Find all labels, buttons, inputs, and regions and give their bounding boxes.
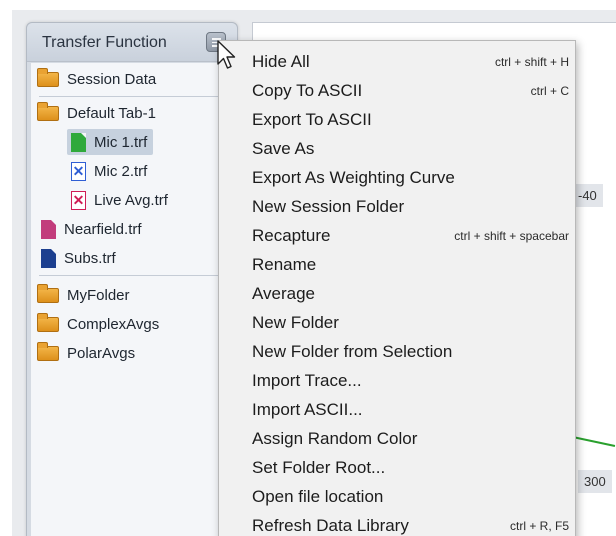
document-icon: [41, 219, 56, 239]
menu-item-refresh-data-library[interactable]: Refresh Data Library ctrl + R, F5: [219, 511, 575, 536]
tree-label: PolarAvgs: [67, 344, 136, 362]
document-icon: [71, 132, 86, 152]
document-icon: [41, 248, 56, 268]
tree-label: MyFolder: [67, 286, 130, 304]
menu-item-label: Export As Weighting Curve: [252, 167, 455, 187]
data-library-panel: Transfer Function Session Data Default T…: [26, 22, 238, 536]
menu-item-shortcut: ctrl + shift + spacebar: [454, 228, 569, 243]
menu-item-label: Import ASCII...: [252, 399, 363, 419]
menu-item-set-folder-root[interactable]: Set Folder Root...: [219, 453, 575, 482]
menu-item-copy-to-ascii[interactable]: Copy To ASCII ctrl + C: [219, 76, 575, 105]
menu-item-import-trace[interactable]: Import Trace...: [219, 366, 575, 395]
tree-folder-myfolder[interactable]: MyFolder: [37, 282, 130, 308]
tree-item-nearfield[interactable]: Nearfield.trf: [41, 216, 142, 242]
menu-item-export-to-ascii[interactable]: Export To ASCII: [219, 105, 575, 134]
tree-label: Session Data: [67, 70, 157, 88]
menu-item-label: New Folder: [252, 312, 339, 332]
menu-item-label: Export To ASCII: [252, 109, 372, 129]
menu-item-save-as[interactable]: Save As: [219, 134, 575, 163]
app-window: -40 300 Transfer Function Session Data D…: [12, 10, 616, 536]
menu-item-shortcut: ctrl + R, F5: [509, 518, 569, 533]
menu-item-label: Rename: [252, 254, 317, 274]
menu-item-label: Recapture: [252, 225, 331, 245]
folder-icon: [37, 341, 59, 361]
tree-item-subs[interactable]: Subs.trf: [41, 245, 116, 271]
context-menu: Hide All ctrl + shift + H Copy To ASCII …: [218, 40, 576, 536]
tree-item-mic2[interactable]: ✕ Mic 2.trf: [71, 158, 147, 184]
menu-item-label: Set Folder Root...: [252, 457, 386, 477]
menu-item-label: New Session Folder: [252, 196, 405, 216]
tree-label: Live Avg.trf: [94, 191, 168, 209]
folder-icon: [37, 283, 59, 303]
axis-label-frequency: 300: [578, 470, 612, 493]
menu-item-import-ascii[interactable]: Import ASCII...: [219, 395, 575, 424]
tree-label: Nearfield.trf: [64, 220, 142, 238]
x-box-icon[interactable]: ✕: [71, 190, 86, 210]
axis-label-level: -40: [572, 184, 603, 207]
menu-item-shortcut: ctrl + C: [530, 83, 569, 98]
menu-item-open-file-location[interactable]: Open file location: [219, 482, 575, 511]
tree-item-live-avg[interactable]: ✕ Live Avg.trf: [71, 187, 168, 213]
menu-item-new-session-folder[interactable]: New Session Folder: [219, 192, 575, 221]
menu-item-rename[interactable]: Rename: [219, 250, 575, 279]
menu-item-label: Refresh Data Library: [252, 515, 409, 535]
menu-item-export-weighting-curve[interactable]: Export As Weighting Curve: [219, 163, 575, 192]
menu-item-label: Copy To ASCII: [252, 80, 363, 100]
arrow-cursor-icon: [217, 40, 236, 69]
tree-label: Mic 1.trf: [94, 133, 148, 151]
folder-icon: [37, 101, 59, 121]
tree-label: ComplexAvgs: [67, 315, 160, 333]
x-box-icon[interactable]: ✕: [71, 161, 86, 181]
menu-item-recapture[interactable]: Recapture ctrl + shift + spacebar: [219, 221, 575, 250]
menu-item-label: Assign Random Color: [252, 428, 418, 448]
menu-item-label: Open file location: [252, 486, 384, 506]
folder-icon: [37, 312, 59, 332]
menu-item-label: Hide All: [252, 51, 310, 71]
folder-icon: [37, 67, 59, 87]
panel-header: Transfer Function: [27, 23, 237, 62]
menu-item-shortcut: ctrl + shift + H: [494, 54, 569, 69]
menu-item-new-folder[interactable]: New Folder: [219, 308, 575, 337]
menu-item-label: Import Trace...: [252, 370, 362, 390]
tree-label: Subs.trf: [64, 249, 116, 267]
menu-item-hide-all[interactable]: Hide All ctrl + shift + H: [219, 47, 575, 76]
tree-divider: [39, 275, 229, 276]
menu-item-label: Average: [252, 283, 316, 303]
tree-label: Default Tab-1: [67, 104, 156, 122]
tree-folder-complexavgs[interactable]: ComplexAvgs: [37, 311, 159, 337]
tree-item-mic1[interactable]: Mic 1.trf: [67, 129, 154, 155]
tree-divider: [39, 96, 229, 97]
menu-item-new-folder-from-selection[interactable]: New Folder from Selection: [219, 337, 575, 366]
tree-folder-session-data[interactable]: Session Data: [37, 66, 156, 92]
tree-folder-polaravgs[interactable]: PolarAvgs: [37, 340, 135, 366]
menu-item-assign-random-color[interactable]: Assign Random Color: [219, 424, 575, 453]
library-tree: Session Data Default Tab-1 Mic 1.trf ✕ M…: [31, 63, 233, 536]
panel-title: Transfer Function: [42, 34, 167, 51]
menu-item-average[interactable]: Average: [219, 279, 575, 308]
tree-label: Mic 2.trf: [94, 162, 148, 180]
menu-item-label: Save As: [252, 138, 315, 158]
menu-item-label: New Folder from Selection: [252, 341, 453, 361]
tree-folder-default-tab[interactable]: Default Tab-1: [37, 100, 156, 126]
